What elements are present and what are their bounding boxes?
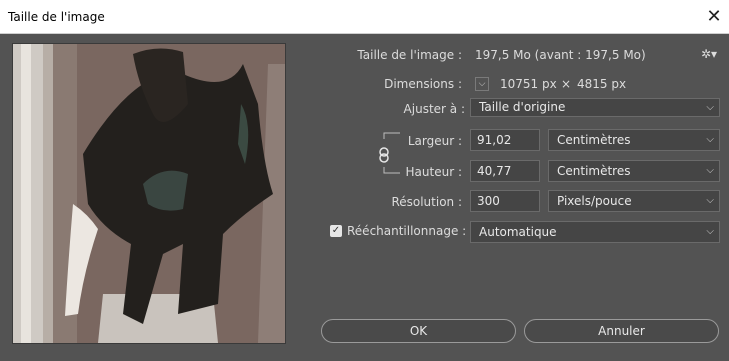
- fit-to-select[interactable]: Taille d'origine ⌵: [470, 98, 720, 117]
- chevron-down-icon: ⌵: [706, 134, 714, 145]
- resample-label: Rééchantillonnage :: [347, 224, 467, 238]
- chevron-down-icon: ⌵: [478, 79, 486, 89]
- dimensions-width-value: 10751 px: [500, 77, 557, 91]
- dimensions-dropdown-toggle[interactable]: ⌵: [475, 77, 489, 91]
- dimensions-times-sign: ×: [561, 77, 572, 91]
- resample-method-select[interactable]: Automatique ⌵: [470, 221, 720, 243]
- width-unit-select[interactable]: Centimètres ⌵: [548, 129, 720, 151]
- width-input[interactable]: [470, 129, 540, 151]
- dialog-title: Taille de l'image: [8, 10, 105, 24]
- image-size-value: 197,5 Mo (avant : 197,5 Mo): [475, 48, 646, 62]
- chevron-down-icon: ⌵: [706, 102, 714, 113]
- fit-to-value: Taille d'origine: [479, 100, 566, 114]
- chevron-down-icon: ⌵: [706, 226, 714, 237]
- resample-checkbox[interactable]: ✓: [330, 225, 342, 237]
- resolution-label: Résolution :: [391, 195, 462, 209]
- resolution-unit-value: Pixels/pouce: [557, 194, 632, 208]
- gear-icon[interactable]: ✲▾: [701, 47, 717, 61]
- preview-image: [13, 44, 285, 343]
- chain-link-icon[interactable]: [376, 146, 392, 164]
- cancel-button[interactable]: Annuler: [524, 319, 719, 343]
- checkmark-icon: ✓: [331, 225, 341, 236]
- dimensions-height-value: 4815 px: [577, 77, 627, 91]
- chevron-down-icon: ⌵: [706, 165, 714, 176]
- resolution-unit-select[interactable]: Pixels/pouce ⌵: [548, 190, 720, 212]
- title-bar: Taille de l'image ✕: [0, 0, 729, 34]
- fit-to-label: Ajuster à :: [403, 102, 465, 116]
- resolution-input[interactable]: [470, 190, 540, 212]
- image-preview[interactable]: [12, 43, 286, 344]
- height-unit-value: Centimètres: [557, 164, 631, 178]
- height-input[interactable]: [470, 160, 540, 182]
- image-size-label: Taille de l'image :: [357, 48, 462, 62]
- height-label: Hauteur :: [405, 165, 462, 179]
- close-icon[interactable]: ✕: [699, 0, 729, 33]
- width-label: Largeur :: [407, 134, 462, 148]
- chevron-down-icon: ⌵: [706, 195, 714, 206]
- ok-button[interactable]: OK: [321, 319, 516, 343]
- height-unit-select[interactable]: Centimètres ⌵: [548, 160, 720, 182]
- dimensions-label: Dimensions :: [384, 77, 462, 91]
- width-unit-value: Centimètres: [557, 133, 631, 147]
- resample-method-value: Automatique: [479, 225, 557, 239]
